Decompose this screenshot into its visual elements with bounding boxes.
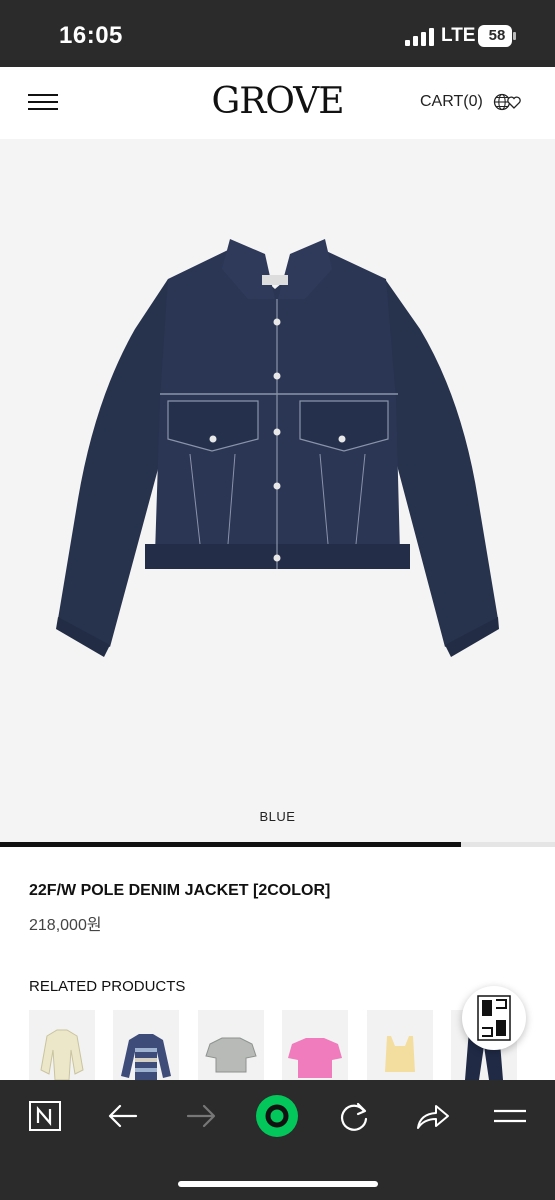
pink-tee-thumb — [288, 1038, 342, 1078]
globe-heart-icon[interactable] — [493, 92, 523, 112]
image-slider-progress — [0, 842, 461, 847]
brand-badge[interactable] — [462, 986, 526, 1050]
status-time: 16:05 — [59, 22, 123, 49]
related-item-cream-puffer-jacket[interactable] — [29, 1010, 95, 1080]
back-arrow-icon[interactable] — [102, 1098, 146, 1134]
home-circle-icon[interactable] — [255, 1094, 299, 1138]
grey-tee-thumb — [205, 1037, 257, 1073]
naver-icon[interactable] — [22, 1098, 66, 1134]
share-icon[interactable] — [410, 1098, 454, 1134]
network-label: LTE — [441, 25, 476, 46]
related-products-heading: RELATED PRODUCTS — [29, 978, 186, 995]
related-item-grey-crop-tee[interactable] — [198, 1010, 264, 1080]
denim-jacket-image — [56, 239, 499, 657]
related-item-yellow-knit-top[interactable] — [367, 1010, 433, 1080]
home-indicator — [178, 1181, 378, 1187]
puffer-jacket-thumb — [40, 1029, 84, 1080]
color-label: BLUE — [259, 809, 296, 824]
hamburger-menu-icon[interactable] — [28, 93, 58, 113]
status-bar: 16:05 LTE 58 — [0, 0, 555, 67]
image-slider-track[interactable] — [0, 842, 555, 847]
yellow-top-thumb — [385, 1036, 415, 1072]
product-price: 218,000원 — [29, 917, 102, 934]
battery-icon: 58 — [478, 25, 516, 47]
cart-link[interactable]: CART(0) — [420, 93, 483, 111]
battery-level: 58 — [488, 27, 506, 44]
site-header: GROVE CART(0) — [0, 67, 555, 139]
site-logo[interactable]: GROVE — [200, 79, 355, 125]
related-item-striped-knit-sweater[interactable] — [113, 1010, 179, 1080]
signal-icon — [405, 28, 434, 46]
toolbar-menu-icon[interactable] — [488, 1098, 532, 1134]
product-title: 22F/W POLE DENIM JACKET [2COLOR] — [29, 882, 331, 899]
striped-sweater-thumb — [121, 1034, 171, 1080]
brand-monogram-icon — [477, 995, 511, 1041]
reload-icon[interactable] — [332, 1098, 376, 1134]
related-item-pink-tee[interactable] — [282, 1010, 348, 1080]
forward-arrow-icon[interactable] — [178, 1098, 222, 1134]
product-image[interactable]: BLUE — [0, 139, 555, 842]
